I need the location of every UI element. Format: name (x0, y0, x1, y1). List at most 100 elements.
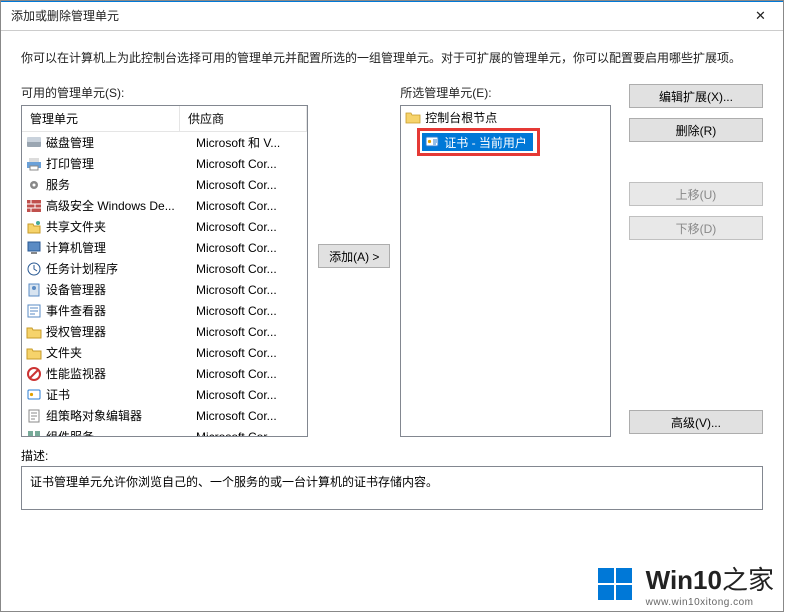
spacer (629, 152, 763, 172)
snapin-vendor: Microsoft Cor... (196, 325, 303, 339)
watermark-sub: 之家 (722, 565, 774, 595)
dialog-window: 添加或删除管理单元 ✕ 你可以在计算机上为此控制台选择可用的管理单元并配置所选的… (0, 0, 784, 612)
move-up-button[interactable]: 上移(U) (629, 182, 763, 206)
list-item[interactable]: 性能监视器Microsoft Cor... (22, 363, 307, 384)
list-item[interactable]: 证书Microsoft Cor... (22, 384, 307, 405)
action-buttons: 编辑扩展(X)... 删除(R) 上移(U) 下移(D) 高级(V)... (629, 84, 763, 434)
snapin-vendor: Microsoft Cor... (196, 388, 303, 402)
add-button[interactable]: 添加(A) > (318, 244, 390, 268)
event-icon (26, 303, 42, 319)
nope-icon (26, 366, 42, 382)
policy-icon (26, 408, 42, 424)
snapin-name: 设备管理器 (46, 281, 196, 298)
snapin-name: 打印管理 (46, 155, 196, 172)
snapin-vendor: Microsoft 和 V... (196, 134, 303, 151)
edit-extensions-button[interactable]: 编辑扩展(X)... (629, 84, 763, 108)
list-item[interactable]: 计算机管理Microsoft Cor... (22, 237, 307, 258)
description-label: 描述: (21, 447, 763, 464)
snapin-vendor: Microsoft Cor... (196, 199, 303, 213)
list-item[interactable]: 事件查看器Microsoft Cor... (22, 300, 307, 321)
list-item[interactable]: 设备管理器Microsoft Cor... (22, 279, 307, 300)
clock-icon (26, 261, 42, 277)
share-icon (26, 219, 42, 235)
folder-icon (26, 324, 42, 340)
description-box: 证书管理单元允许你浏览自己的、一个服务的或一台计算机的证书存储内容。 (21, 466, 763, 510)
snapin-name: 授权管理器 (46, 323, 196, 340)
snapin-name: 组件服务 (46, 428, 196, 437)
add-column: 添加(A) > (318, 84, 390, 268)
col-vendor[interactable]: 供应商 (180, 106, 307, 131)
snapin-vendor: Microsoft Cor... (196, 409, 303, 423)
snapin-vendor: Microsoft Cor... (196, 367, 303, 381)
watermark-brand: Win10 (646, 565, 722, 595)
folder-icon (26, 345, 42, 361)
snapin-vendor: Microsoft Cor... (196, 346, 303, 360)
close-button[interactable]: ✕ (738, 1, 783, 30)
snapin-vendor: Microsoft Cor... (196, 241, 303, 255)
snapin-name: 文件夹 (46, 344, 196, 361)
move-down-button[interactable]: 下移(D) (629, 216, 763, 240)
list-item[interactable]: 组策略对象编辑器Microsoft Cor... (22, 405, 307, 426)
watermark-url: www.win10xitong.com (646, 597, 774, 608)
advanced-button[interactable]: 高级(V)... (629, 410, 763, 434)
snapin-name: 高级安全 Windows De... (46, 197, 196, 214)
watermark: Win10之家 www.win10xitong.com (596, 560, 774, 608)
comp-icon (26, 429, 42, 438)
tree-root-label: 控制台根节点 (425, 109, 497, 126)
watermark-text: Win10之家 www.win10xitong.com (646, 560, 774, 608)
tree-root[interactable]: 控制台根节点 (403, 108, 608, 126)
snapin-name: 共享文件夹 (46, 218, 196, 235)
col-snapin[interactable]: 管理单元 (22, 106, 180, 131)
list-header: 管理单元 供应商 (22, 106, 307, 132)
content-area: 你可以在计算机上为此控制台选择可用的管理单元并配置所选的一组管理单元。对于可扩展… (1, 31, 783, 611)
snapin-vendor: Microsoft Cor... (196, 262, 303, 276)
list-item[interactable]: 服务Microsoft Cor... (22, 174, 307, 195)
cert-icon (26, 387, 42, 403)
snapin-vendor: Microsoft Cor... (196, 430, 303, 438)
main-row: 可用的管理单元(S): 管理单元 供应商 磁盘管理Microsoft 和 V..… (21, 84, 763, 437)
pc-icon (26, 240, 42, 256)
list-item[interactable]: 打印管理Microsoft Cor... (22, 153, 307, 174)
snapin-name: 计算机管理 (46, 239, 196, 256)
snapin-name: 证书 (46, 386, 196, 403)
snapin-vendor: Microsoft Cor... (196, 304, 303, 318)
available-listbox[interactable]: 管理单元 供应商 磁盘管理Microsoft 和 V...打印管理Microso… (21, 105, 308, 437)
highlight-box: 证书 - 当前用户 (417, 128, 540, 156)
snapin-vendor: Microsoft Cor... (196, 283, 303, 297)
cert-icon (424, 134, 440, 150)
snapin-name: 性能监视器 (46, 365, 196, 382)
accent-line (1, 1, 783, 2)
available-label: 可用的管理单元(S): (21, 84, 308, 101)
snapin-name: 任务计划程序 (46, 260, 196, 277)
folder-icon (405, 110, 421, 124)
selected-label: 所选管理单元(E): (400, 84, 611, 101)
window-title: 添加或删除管理单元 (11, 7, 119, 24)
snapin-vendor: Microsoft Cor... (196, 220, 303, 234)
selected-column: 所选管理单元(E): 控制台根节点 证书 - 当前用户 (400, 84, 611, 437)
list-item[interactable]: 磁盘管理Microsoft 和 V... (22, 132, 307, 153)
snapin-name: 磁盘管理 (46, 134, 196, 151)
description-text: 证书管理单元允许你浏览自己的、一个服务的或一台计算机的证书存储内容。 (30, 475, 438, 489)
gear-icon (26, 177, 42, 193)
snapin-vendor: Microsoft Cor... (196, 157, 303, 171)
list-item[interactable]: 授权管理器Microsoft Cor... (22, 321, 307, 342)
snapin-name: 服务 (46, 176, 196, 193)
close-icon: ✕ (755, 8, 766, 24)
snapin-name: 事件查看器 (46, 302, 196, 319)
selected-tree[interactable]: 控制台根节点 证书 - 当前用户 (400, 105, 611, 437)
list-item[interactable]: 高级安全 Windows De...Microsoft Cor... (22, 195, 307, 216)
titlebar: 添加或删除管理单元 ✕ (1, 1, 783, 31)
wall-icon (26, 198, 42, 214)
intro-text: 你可以在计算机上为此控制台选择可用的管理单元并配置所选的一组管理单元。对于可扩展… (21, 49, 763, 66)
list-item[interactable]: 共享文件夹Microsoft Cor... (22, 216, 307, 237)
available-column: 可用的管理单元(S): 管理单元 供应商 磁盘管理Microsoft 和 V..… (21, 84, 308, 437)
disk-icon (26, 135, 42, 151)
tree-item-label: 证书 - 当前用户 (444, 134, 527, 151)
list-item[interactable]: 文件夹Microsoft Cor... (22, 342, 307, 363)
print-icon (26, 156, 42, 172)
snapin-vendor: Microsoft Cor... (196, 178, 303, 192)
list-item[interactable]: 组件服务Microsoft Cor... (22, 426, 307, 437)
remove-button[interactable]: 删除(R) (629, 118, 763, 142)
list-item[interactable]: 任务计划程序Microsoft Cor... (22, 258, 307, 279)
tree-item-cert[interactable]: 证书 - 当前用户 (422, 133, 533, 151)
